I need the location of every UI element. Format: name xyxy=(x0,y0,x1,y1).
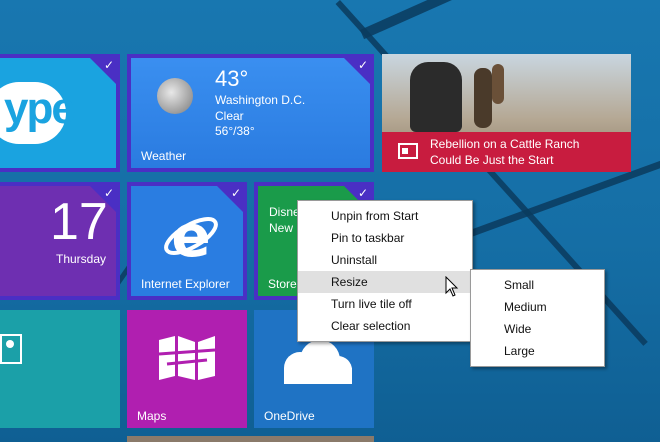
onedrive-label: OneDrive xyxy=(264,409,315,423)
internet-explorer-tile[interactable]: e Internet Explorer ✓ xyxy=(127,182,247,300)
selection-check-icon: ✓ xyxy=(344,58,370,84)
photos-tile[interactable] xyxy=(0,310,120,428)
resize-option-wide[interactable]: Wide xyxy=(471,318,604,340)
weather-range: 56°/38° xyxy=(215,124,255,138)
weather-condition: Clear xyxy=(215,109,244,123)
cloud-icon xyxy=(276,340,354,384)
maps-icon xyxy=(157,334,217,382)
news-caption-bar: Rebellion on a Cattle Ranch Could Be Jus… xyxy=(382,132,631,172)
menu-item-pin-to-taskbar[interactable]: Pin to taskbar xyxy=(298,227,472,249)
weather-city: Washington D.C. xyxy=(215,93,306,107)
store-label: Store xyxy=(268,277,297,291)
svg-text:e: e xyxy=(171,206,210,266)
ie-label: Internet Explorer xyxy=(141,277,230,291)
news-headline: Rebellion on a Cattle Ranch Could Be Jus… xyxy=(430,137,580,167)
mouse-cursor-icon xyxy=(445,275,459,298)
skype-logo-text: ype xyxy=(4,84,76,133)
resize-option-small[interactable]: Small xyxy=(471,274,604,296)
weather-temperature: 43° xyxy=(215,66,249,91)
photos-icon xyxy=(0,334,22,364)
weather-tile[interactable]: 43° Washington D.C. Clear 56°/38° Weathe… xyxy=(127,54,374,172)
weather-label: Weather xyxy=(141,149,187,163)
ie-logo-icon: e xyxy=(161,202,221,270)
news-tile[interactable]: Rebellion on a Cattle Ranch Could Be Jus… xyxy=(382,54,631,172)
menu-item-clear-selection[interactable]: Clear selection xyxy=(298,315,472,337)
selection-check-icon: ✓ xyxy=(217,186,243,212)
resize-option-large[interactable]: Large xyxy=(471,340,604,362)
calendar-tile[interactable]: 17 Thursday ✓ xyxy=(0,182,120,300)
skype-tile[interactable]: ype ✓ xyxy=(0,54,120,172)
calendar-weekday: Thursday xyxy=(56,252,107,266)
news-icon xyxy=(398,143,418,159)
resize-option-medium[interactable]: Medium xyxy=(471,296,604,318)
news-photo-figure xyxy=(410,62,462,132)
menu-item-uninstall[interactable]: Uninstall xyxy=(298,249,472,271)
menu-item-unpin[interactable]: Unpin from Start xyxy=(298,205,472,227)
next-row-tile-edge xyxy=(127,436,374,442)
news-photo-figure xyxy=(492,64,504,104)
selection-check-icon: ✓ xyxy=(90,58,116,84)
maps-label: Maps xyxy=(137,409,167,423)
resize-submenu: Small Medium Wide Large xyxy=(470,269,605,367)
news-photo-figure xyxy=(474,68,492,128)
store-live-text: Disne New xyxy=(269,205,300,235)
moon-icon xyxy=(157,78,193,114)
maps-tile[interactable]: Maps xyxy=(127,310,247,428)
selection-check-icon: ✓ xyxy=(90,186,116,212)
tile-context-menu: Unpin from Start Pin to taskbar Uninstal… xyxy=(297,200,473,342)
